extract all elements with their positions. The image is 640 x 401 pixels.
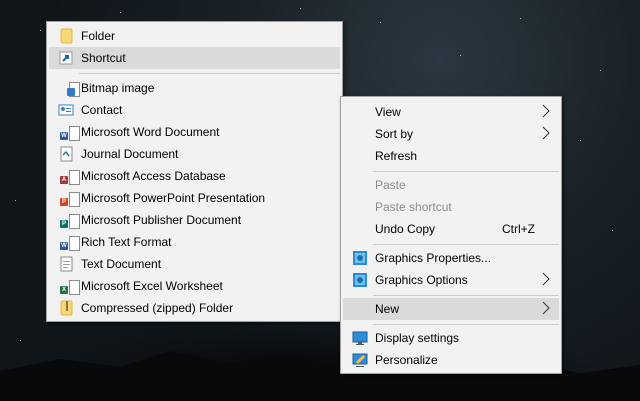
new-rich-text-item[interactable]: W Rich Text Format <box>49 231 340 253</box>
access-database-icon: A <box>58 168 80 185</box>
chevron-right-icon <box>542 104 550 118</box>
chevron-right-icon <box>542 301 550 315</box>
contact-icon <box>58 104 74 116</box>
undo-shortcut: Ctrl+Z <box>502 222 535 236</box>
new-shortcut-item[interactable]: Shortcut <box>49 47 340 69</box>
new-powerpoint-item[interactable]: P Microsoft PowerPoint Presentation <box>49 187 340 209</box>
display-icon <box>352 331 368 345</box>
undo-copy-menu-item[interactable]: Undo Copy Ctrl+Z <box>343 218 559 240</box>
rich-text-icon: W <box>58 234 80 251</box>
zip-folder-icon <box>60 300 73 316</box>
journal-document-icon <box>60 146 73 162</box>
new-word-document-item[interactable]: W Microsoft Word Document <box>49 121 340 143</box>
graphics-icon <box>353 251 367 265</box>
word-document-icon: W <box>58 124 80 141</box>
folder-icon <box>60 28 73 44</box>
separator <box>373 244 559 245</box>
new-journal-document-item[interactable]: Journal Document <box>49 143 340 165</box>
excel-icon: X <box>58 278 80 295</box>
separator <box>79 73 340 74</box>
new-folder-item[interactable]: Folder <box>49 25 340 47</box>
new-submenu: Folder Shortcut Bitmap image Contact W M… <box>46 21 343 322</box>
desktop-context-menu: View Sort by Refresh Paste Paste shortcu… <box>340 96 562 374</box>
graphics-options-menu-item[interactable]: Graphics Options <box>343 269 559 291</box>
new-menu-item[interactable]: New <box>343 298 559 320</box>
refresh-menu-item[interactable]: Refresh <box>343 145 559 167</box>
new-contact-item[interactable]: Contact <box>49 99 340 121</box>
text-document-icon <box>60 256 73 272</box>
publisher-icon: P <box>58 212 80 229</box>
paste-menu-item[interactable]: Paste <box>343 174 559 196</box>
chevron-right-icon <box>542 272 550 286</box>
sort-by-menu-item[interactable]: Sort by <box>343 123 559 145</box>
separator <box>373 295 559 296</box>
new-bitmap-image-item[interactable]: Bitmap image <box>49 77 340 99</box>
paste-shortcut-menu-item[interactable]: Paste shortcut <box>343 196 559 218</box>
separator <box>373 324 559 325</box>
new-publisher-item[interactable]: P Microsoft Publisher Document <box>49 209 340 231</box>
display-settings-menu-item[interactable]: Display settings <box>343 327 559 349</box>
bitmap-image-icon <box>58 80 80 97</box>
powerpoint-icon: P <box>58 190 80 207</box>
graphics-icon <box>353 273 367 287</box>
personalize-icon <box>352 353 368 367</box>
shortcut-icon <box>59 51 73 65</box>
personalize-menu-item[interactable]: Personalize <box>343 349 559 371</box>
separator <box>373 171 559 172</box>
view-menu-item[interactable]: View <box>343 101 559 123</box>
new-zip-folder-item[interactable]: Compressed (zipped) Folder <box>49 297 340 319</box>
new-access-database-item[interactable]: A Microsoft Access Database <box>49 165 340 187</box>
chevron-right-icon <box>542 126 550 140</box>
new-text-document-item[interactable]: Text Document <box>49 253 340 275</box>
graphics-properties-menu-item[interactable]: Graphics Properties... <box>343 247 559 269</box>
new-excel-item[interactable]: X Microsoft Excel Worksheet <box>49 275 340 297</box>
